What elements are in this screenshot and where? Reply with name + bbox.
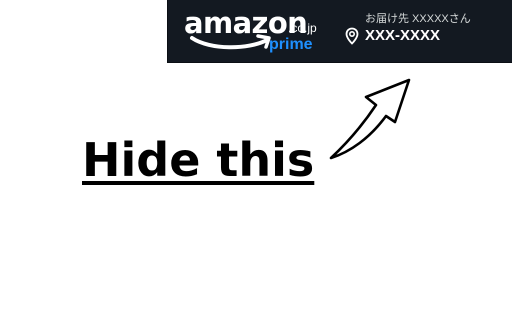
amazon-prime-logo[interactable]: amazon .co.jp prime (184, 7, 334, 57)
amazon-header-screenshot: amazon .co.jp prime お届け先 XXXXXさん XXX-XXX… (167, 0, 512, 63)
location-pin-icon (345, 27, 359, 45)
hide-this-annotation: Hide this (82, 133, 315, 187)
delivery-postal-code: XXX-XXXX (365, 27, 441, 44)
delivery-recipient-label: お届け先 XXXXXさん (365, 13, 471, 25)
logo-domain-suffix: .co.jp (288, 21, 317, 35)
logo-prime-wordmark: prime (269, 36, 313, 53)
amazon-smile-arrow-icon (190, 34, 271, 50)
curved-arrow-up-right-icon (329, 78, 411, 160)
delivery-location-selector[interactable]: お届け先 XXXXXさん XXX-XXXX (345, 11, 505, 51)
